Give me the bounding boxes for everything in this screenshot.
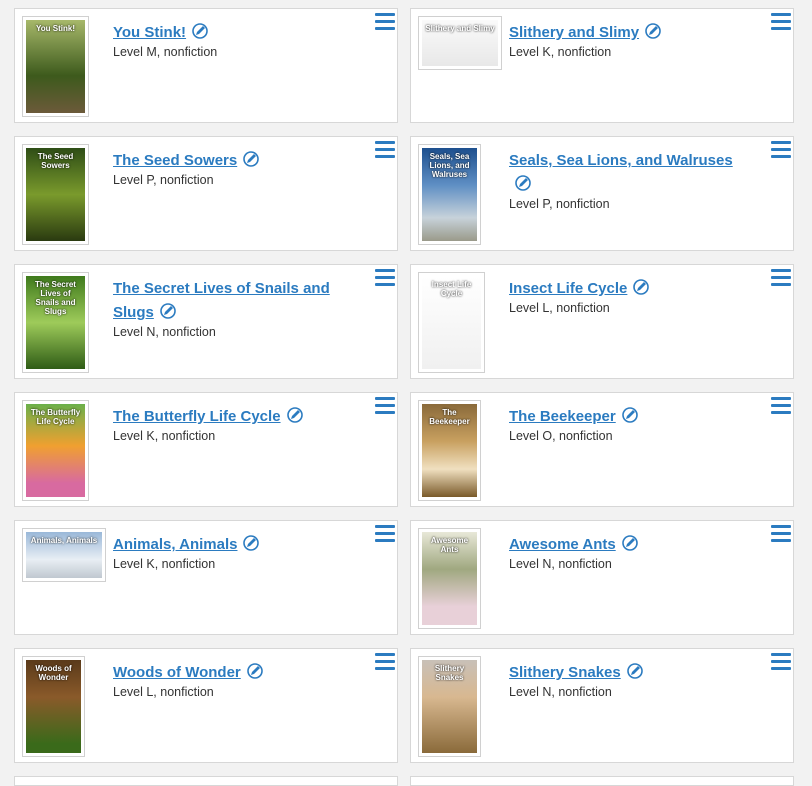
pencil-icon[interactable] bbox=[243, 151, 260, 167]
book-level-text: Level K, nonfiction bbox=[113, 557, 216, 571]
book-level-text: Level P, nonfiction bbox=[509, 197, 610, 211]
cover-title-text: The Beekeeper bbox=[429, 408, 470, 426]
book-card: Awesome Ants Awesome Ants Level N, nonfict… bbox=[410, 520, 794, 635]
cover-title-text: Slithery and Slimy bbox=[425, 24, 495, 33]
book-cover[interactable]: The Secret Lives of Snails and Slugs bbox=[22, 272, 89, 373]
book-level-text: Level K, nonfiction bbox=[509, 45, 612, 59]
book-cover[interactable]: Seals, Sea Lions, and Walruses bbox=[418, 144, 481, 245]
book-title-link[interactable]: You Stink! bbox=[113, 24, 186, 41]
hamburger-menu-icon[interactable] bbox=[771, 269, 791, 287]
book-level-text: Level L, nonfiction bbox=[509, 301, 610, 315]
pencil-icon[interactable] bbox=[192, 23, 208, 39]
cover-title-text: Slithery Snakes bbox=[434, 664, 465, 682]
pencil-icon[interactable] bbox=[621, 535, 638, 551]
cover-title-text: The Secret Lives of Snails and Slugs bbox=[35, 280, 76, 316]
hamburger-menu-icon[interactable] bbox=[375, 141, 395, 159]
pencil-icon[interactable] bbox=[286, 407, 303, 423]
hamburger-menu-icon[interactable] bbox=[375, 13, 395, 31]
book-cover[interactable]: Slithery and Slimy bbox=[418, 16, 502, 70]
book-cover[interactable]: Woods of Wonder bbox=[22, 656, 85, 757]
book-title-link[interactable]: Insect Life Cycle bbox=[509, 280, 627, 297]
book-card: The Seed Sowers The Seed Sowers Level P, n… bbox=[14, 136, 398, 251]
hamburger-menu-icon[interactable] bbox=[771, 141, 791, 159]
book-card-partial bbox=[14, 776, 398, 786]
book-title-link[interactable]: Animals, Animals bbox=[113, 536, 237, 553]
book-title-link[interactable]: Slithery Snakes bbox=[509, 664, 621, 681]
hamburger-menu-icon[interactable] bbox=[771, 13, 791, 31]
book-card: The Butterfly Life Cycle The Butterfly Li… bbox=[14, 392, 398, 507]
book-card: Insect Life Cycle Insect Life Cycle Level … bbox=[410, 264, 794, 379]
pencil-icon[interactable] bbox=[246, 663, 263, 679]
book-cover[interactable]: The Butterfly Life Cycle bbox=[22, 400, 89, 501]
cover-title-text: Animals, Animals bbox=[30, 536, 98, 545]
book-card-partial bbox=[410, 776, 794, 786]
book-level-text: Level O, nonfiction bbox=[509, 429, 613, 443]
cover-title-text: Awesome Ants bbox=[430, 536, 469, 554]
hamburger-menu-icon[interactable] bbox=[375, 269, 395, 287]
pencil-icon[interactable] bbox=[621, 407, 638, 423]
hamburger-menu-icon[interactable] bbox=[375, 653, 395, 671]
book-cover[interactable]: Insect Life Cycle bbox=[418, 272, 485, 373]
book-level-text: Level N, nonfiction bbox=[113, 325, 216, 339]
pencil-icon[interactable] bbox=[515, 175, 531, 191]
book-cover[interactable]: The Beekeeper bbox=[418, 400, 481, 501]
hamburger-menu-icon[interactable] bbox=[771, 397, 791, 415]
pencil-icon[interactable] bbox=[160, 303, 176, 319]
book-level-text: Level M, nonfiction bbox=[113, 45, 218, 59]
book-level-text: Level N, nonfiction bbox=[509, 557, 612, 571]
cover-title-text: The Seed Sowers bbox=[37, 152, 74, 170]
cover-title-text: Woods of Wonder bbox=[35, 664, 72, 682]
pencil-icon[interactable] bbox=[243, 535, 260, 551]
book-title-link[interactable]: The Secret Lives of Snails and Slugs bbox=[113, 280, 330, 321]
pencil-icon[interactable] bbox=[626, 663, 643, 679]
book-title-link[interactable]: Seals, Sea Lions, and Walruses bbox=[509, 152, 733, 169]
book-level-text: Level L, nonfiction bbox=[113, 685, 214, 699]
book-level-text: Level K, nonfiction bbox=[113, 429, 216, 443]
book-title-link[interactable]: Woods of Wonder bbox=[113, 664, 241, 681]
book-card: Slithery Snakes Slithery Snakes Level N, n… bbox=[410, 648, 794, 763]
book-card: The Beekeeper The Beekeeper Level O, nonfi… bbox=[410, 392, 794, 507]
book-card: Seals, Sea Lions, and Walruses Seals, Sea… bbox=[410, 136, 794, 251]
hamburger-menu-icon[interactable] bbox=[771, 653, 791, 671]
book-title-link[interactable]: The Seed Sowers bbox=[113, 152, 237, 169]
book-card: The Secret Lives of Snails and Slugs The … bbox=[14, 264, 398, 379]
hamburger-menu-icon[interactable] bbox=[375, 397, 395, 415]
book-level-text: Level P, nonfiction bbox=[113, 173, 214, 187]
book-card: You Stink! You Stink! Level M, nonfiction bbox=[14, 8, 398, 123]
book-card: Woods of Wonder Woods of Wonder Level L, n… bbox=[14, 648, 398, 763]
book-level-text: Level N, nonfiction bbox=[509, 685, 612, 699]
hamburger-menu-icon[interactable] bbox=[771, 525, 791, 543]
book-title-link[interactable]: Awesome Ants bbox=[509, 536, 616, 553]
book-title-link[interactable]: The Butterfly Life Cycle bbox=[113, 408, 281, 425]
book-cover[interactable]: Slithery Snakes bbox=[418, 656, 481, 757]
pencil-icon[interactable] bbox=[645, 23, 661, 39]
cover-title-text: Insect Life Cycle bbox=[431, 280, 472, 298]
hamburger-menu-icon[interactable] bbox=[375, 525, 395, 543]
book-card: Animals, Animals Animals, Animals Level K,… bbox=[14, 520, 398, 635]
book-cover[interactable]: You Stink! bbox=[22, 16, 89, 117]
cover-title-text: The Butterfly Life Cycle bbox=[30, 408, 81, 426]
cover-title-text: Seals, Sea Lions, and Walruses bbox=[429, 152, 470, 179]
book-title-link[interactable]: Slithery and Slimy bbox=[509, 24, 639, 41]
book-title-link[interactable]: The Beekeeper bbox=[509, 408, 616, 425]
book-cover[interactable]: The Seed Sowers bbox=[22, 144, 89, 245]
pencil-icon[interactable] bbox=[633, 279, 650, 295]
book-cover[interactable]: Awesome Ants bbox=[418, 528, 481, 629]
book-card: Slithery and Slimy Slithery and Slimy Leve… bbox=[410, 8, 794, 123]
book-cover[interactable]: Animals, Animals bbox=[22, 528, 106, 582]
cover-title-text: You Stink! bbox=[36, 24, 75, 33]
